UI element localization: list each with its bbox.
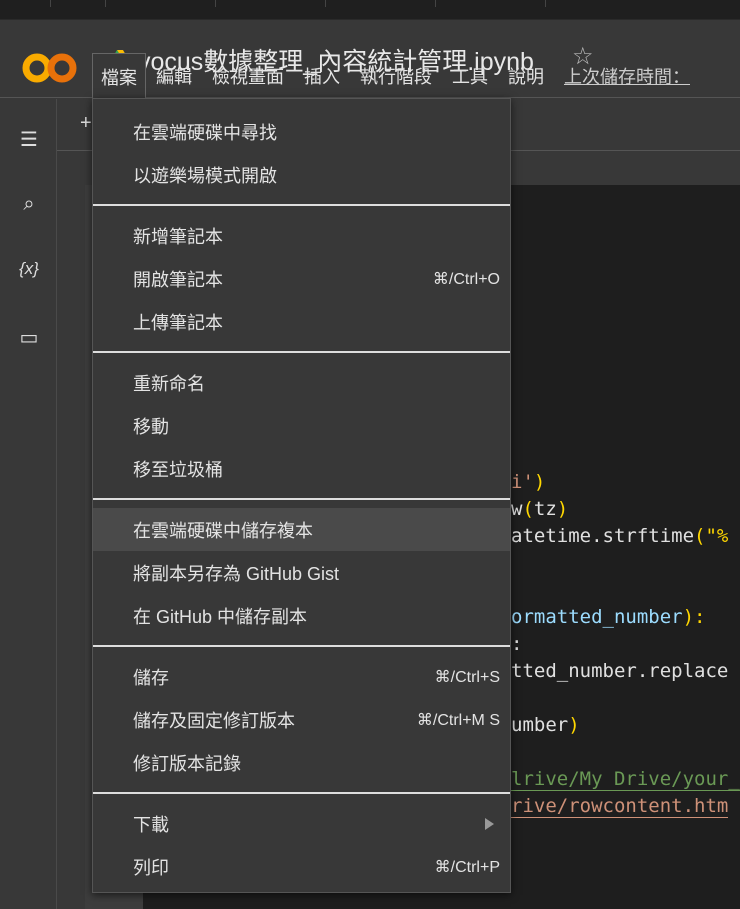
menu-item-save[interactable]: 儲存 ⌘/Ctrl+S [93, 655, 510, 698]
menu-item-find-in-drive[interactable]: 在雲端硬碟中尋找 [93, 110, 510, 153]
menu-item-label: 在雲端硬碟中尋找 [133, 122, 277, 143]
menu-divider [93, 645, 510, 647]
menu-item-move-to-trash[interactable]: 移至垃圾桶 [93, 447, 510, 490]
code-line: rive/rowcontent.htm [511, 795, 729, 818]
browser-tab-strip [0, 0, 740, 20]
submenu-arrow-icon [485, 817, 494, 830]
shortcut: ⌘/Ctrl+M S [416, 711, 500, 729]
menu-file[interactable]: 檔案 [92, 53, 146, 98]
code-line: umber) [511, 714, 580, 736]
menu-item-label: 重新命名 [133, 373, 205, 394]
menu-view[interactable]: 檢視畫面 [202, 53, 294, 98]
menu-item-rename[interactable]: 重新命名 [93, 361, 510, 404]
menu-item-save-and-pin-revision[interactable]: 儲存及固定修訂版本 ⌘/Ctrl+M S [93, 698, 510, 741]
code-line: ormatted_number): [511, 606, 706, 628]
menu-item-label: 下載 [133, 814, 169, 835]
menu-tools[interactable]: 工具 [442, 53, 498, 98]
shortcut: ⌘/Ctrl+S [434, 668, 500, 686]
menu-item-save-copy-github[interactable]: 在 GitHub 中儲存副本 [93, 594, 510, 637]
menu-item-open-notebook[interactable]: 開啟筆記本 ⌘/Ctrl+O [93, 257, 510, 300]
menu-item-label: 儲存 [133, 667, 169, 688]
menu-item-open-playground[interactable]: 以遊樂場模式開啟 [93, 153, 510, 196]
code-line: : [511, 633, 523, 655]
code-line: atetime.strftime("% [511, 525, 729, 547]
shortcut: ⌘/Ctrl+P [434, 858, 500, 876]
file-menu-dropdown: 在雲端硬碟中尋找 以遊樂場模式開啟 新增筆記本 開啟筆記本 ⌘/Ctrl+O 上傳… [92, 98, 511, 893]
shortcut: ⌘/Ctrl+O [432, 270, 500, 288]
menu-item-save-copy-in-drive[interactable]: 在雲端硬碟中儲存複本 [93, 508, 510, 551]
menu-item-move[interactable]: 移動 [93, 404, 510, 447]
menu-item-label: 移至垃圾桶 [133, 459, 223, 480]
left-sidebar: ☰ ⌕ {x} ▭ [0, 99, 57, 909]
last-saved-link[interactable]: 上次儲存時間： [554, 53, 700, 98]
menubar: 檔案 編輯 檢視畫面 插入 執行階段 工具 說明 上次儲存時間： [92, 53, 700, 98]
menu-item-download[interactable]: 下載 [93, 802, 510, 845]
code-line: i') [511, 471, 546, 493]
menu-item-label: 將副本另存為 GitHub Gist [133, 563, 340, 584]
menu-item-label: 移動 [133, 416, 169, 437]
code-line: tted_number.replace [511, 660, 729, 682]
menu-insert[interactable]: 插入 [294, 53, 350, 98]
menu-item-print[interactable]: 列印 ⌘/Ctrl+P [93, 845, 510, 888]
add-code-icon[interactable]: + [80, 112, 92, 135]
menu-divider [93, 792, 510, 794]
menu-item-label: 在 GitHub 中儲存副本 [133, 606, 308, 627]
menu-item-label: 開啟筆記本 [133, 269, 223, 290]
menu-edit[interactable]: 編輯 [146, 53, 202, 98]
menu-item-revision-history[interactable]: 修訂版本記錄 [93, 741, 510, 784]
menu-divider [93, 498, 510, 500]
variables-icon[interactable]: {x} [16, 259, 42, 279]
colab-logo[interactable] [20, 50, 80, 86]
menu-item-label: 以遊樂場模式開啟 [133, 165, 277, 186]
table-of-contents-icon[interactable]: ☰ [16, 127, 42, 152]
menu-item-label: 儲存及固定修訂版本 [133, 710, 295, 731]
menu-help[interactable]: 說明 [498, 53, 554, 98]
menu-item-new-notebook[interactable]: 新增筆記本 [93, 214, 510, 257]
menu-item-label: 新增筆記本 [133, 226, 223, 247]
menu-divider [93, 204, 510, 206]
menu-item-save-copy-gist[interactable]: 將副本另存為 GitHub Gist [93, 551, 510, 594]
menu-item-label: 修訂版本記錄 [133, 753, 241, 774]
menu-item-label: 在雲端硬碟中儲存複本 [133, 520, 313, 541]
menu-runtime[interactable]: 執行階段 [350, 53, 442, 98]
menu-item-label: 列印 [133, 857, 169, 878]
search-icon[interactable]: ⌕ [16, 193, 42, 216]
code-line: w(tz) [511, 498, 569, 520]
menu-item-label: 上傳筆記本 [133, 312, 223, 333]
menu-item-upload-notebook[interactable]: 上傳筆記本 [93, 300, 510, 343]
folder-icon[interactable]: ▭ [16, 325, 42, 350]
code-line: lrive/My Drive/your_ [511, 768, 740, 791]
menu-divider [93, 351, 510, 353]
